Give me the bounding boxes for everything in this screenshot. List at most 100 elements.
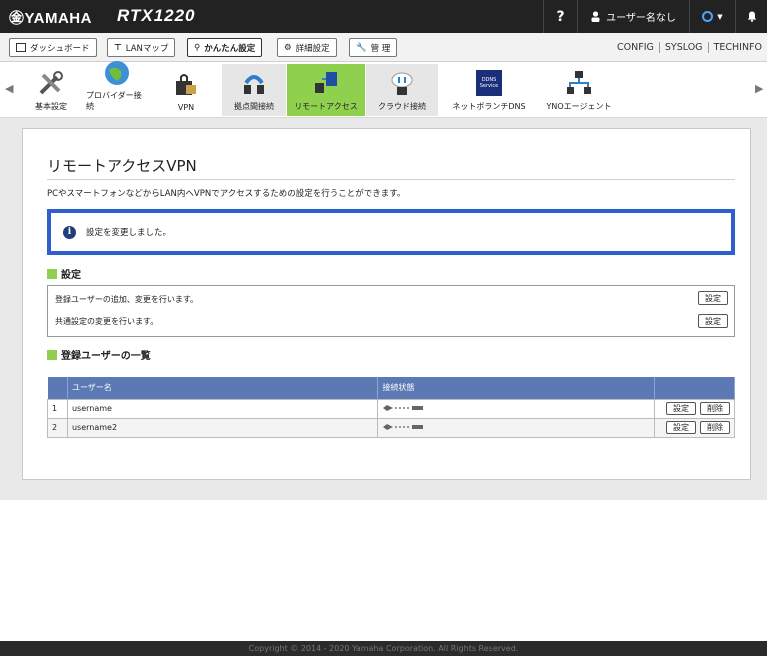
lock-icon — [176, 74, 196, 95]
dashboard-icon — [16, 43, 26, 52]
model-name: RTX1220 — [117, 6, 196, 25]
page-title: リモートアクセスVPN — [47, 157, 197, 175]
nav-prev-arrow-icon[interactable]: ◀ — [5, 82, 13, 95]
nav-label: リモートアクセス — [294, 102, 358, 111]
bell-icon — [747, 11, 756, 22]
nav-item-netvolante-dns[interactable]: DDNS Service ネットボランチDNS — [448, 64, 530, 116]
nav-item-basic-settings[interactable]: 基本設定 — [28, 64, 74, 116]
notice-text: 設定を変更しました。 — [86, 228, 172, 238]
edit-user-button[interactable]: 設定 — [666, 421, 696, 434]
row-index: 2 — [47, 417, 68, 438]
tab-easy-setup[interactable]: ⚲ かんたん設定 — [187, 38, 263, 57]
col-actions — [654, 377, 735, 399]
main-tab-bar: ダッシュボード ⊤ LANマップ ⚲ かんたん設定 ⚙ 詳細設定 🔧 管 理 C… — [0, 33, 767, 62]
nav-label: プロバイダー接続 — [86, 91, 142, 111]
top-links: CONFIG SYSLOG TECHINFO — [612, 42, 767, 53]
status-menu[interactable]: ▼ — [689, 0, 735, 33]
syslog-link[interactable]: SYSLOG — [658, 42, 708, 53]
row-status — [377, 398, 656, 419]
user-menu[interactable]: ユーザー名なし — [577, 0, 689, 33]
techinfo-link[interactable]: TECHINFO — [707, 42, 767, 53]
col-connection-status: 接続状態 — [377, 377, 656, 399]
section-title: 設定 — [61, 270, 81, 281]
nav-label: ネットボランチDNS — [452, 102, 526, 111]
tools-icon — [39, 71, 63, 95]
site-vpn-icon — [244, 75, 264, 94]
col-index — [47, 377, 68, 399]
ddns-icon: DDNS Service — [476, 70, 502, 96]
nav-item-remote-access[interactable]: リモートアクセス — [287, 64, 365, 116]
config-link[interactable]: CONFIG — [612, 42, 659, 53]
notification-button[interactable] — [735, 0, 767, 33]
nav-label: クラウド接続 — [378, 102, 426, 111]
globe-icon — [105, 61, 129, 85]
feature-nav: ◀ 基本設定 プロバイダー接続 VPN 拠点間接続 リモートアクセス クラウド接… — [0, 61, 767, 118]
settings-heading: 設定 — [47, 266, 81, 281]
nav-label: VPN — [177, 103, 195, 112]
table-row: 1 username 設定 削除 — [47, 398, 735, 419]
tab-label: かんたん設定 — [204, 43, 256, 54]
user-icon — [591, 11, 600, 22]
users-heading: 登録ユーザーの一覧 — [47, 347, 151, 362]
tab-dashboard[interactable]: ダッシュボード — [9, 38, 97, 57]
nav-label: 拠点間接続 — [234, 102, 274, 111]
row-actions: 設定 削除 — [654, 417, 735, 438]
nav-item-provider[interactable]: プロバイダー接続 — [86, 61, 148, 116]
nav-item-site-to-site[interactable]: 拠点間接続 — [222, 64, 286, 116]
row-username: username2 — [66, 417, 379, 438]
common-settings-button[interactable]: 設定 — [698, 314, 728, 328]
yamaha-logo: ㊎YAMAHA — [9, 10, 92, 27]
row-status — [377, 417, 656, 438]
tab-label: 詳細設定 — [295, 43, 330, 54]
col-username: ユーザー名 — [67, 377, 379, 399]
nav-next-arrow-icon[interactable]: ▶ — [755, 82, 763, 95]
delete-user-button[interactable]: 削除 — [700, 421, 730, 434]
wrench-icon: 🔧 — [356, 42, 367, 53]
disconnected-icon — [383, 423, 424, 430]
section-marker — [47, 349, 57, 360]
cloud-icon — [391, 72, 413, 95]
page-description: PCやスマートフォンなどからLAN内へVPNでアクセスするための設定を行うことが… — [47, 189, 406, 199]
wizard-icon: ⚲ — [194, 42, 201, 53]
user-name: ユーザー名なし — [606, 13, 676, 24]
row-actions: 設定 削除 — [654, 398, 735, 419]
tab-advanced-settings[interactable]: ⚙ 詳細設定 — [277, 38, 337, 57]
tab-management[interactable]: 🔧 管 理 — [349, 38, 398, 57]
nav-item-yno-agent[interactable]: YNOエージェント — [540, 64, 618, 116]
tab-lan-map[interactable]: ⊤ LANマップ — [107, 38, 176, 57]
nav-item-vpn[interactable]: VPN — [164, 64, 208, 116]
status-circle-icon — [702, 11, 714, 22]
delete-user-button[interactable]: 削除 — [700, 402, 730, 415]
title-divider — [47, 179, 735, 180]
nav-item-cloud[interactable]: クラウド接続 — [366, 64, 438, 116]
chevron-down-icon: ▼ — [717, 12, 723, 21]
lan-map-icon: ⊤ — [114, 42, 122, 53]
nav-label: YNOエージェント — [546, 102, 612, 111]
edit-user-button[interactable]: 設定 — [666, 402, 696, 415]
info-icon: i — [63, 225, 76, 239]
row-index: 1 — [47, 398, 68, 419]
tab-label: LANマップ — [125, 43, 169, 54]
yno-icon — [567, 71, 591, 94]
settings-box: 登録ユーザーの追加、変更を行います。 設定 共通設定の変更を行います。 設定 — [47, 285, 735, 337]
footer-copyright: Copyright © 2014 - 2020 Yamaha Corporati… — [0, 641, 767, 656]
user-table: ユーザー名 接続状態 1 username 設定 削除 2 username2 … — [47, 377, 735, 438]
notice-box: i 設定を変更しました。 — [47, 209, 735, 255]
section-marker — [47, 268, 57, 279]
remote-access-icon — [315, 72, 337, 93]
table-row: 2 username2 設定 削除 — [47, 417, 735, 438]
tab-label: 管 理 — [370, 43, 391, 54]
disconnected-icon — [383, 404, 424, 411]
settings-row-users: 登録ユーザーの追加、変更を行います。 — [55, 295, 199, 304]
tab-label: ダッシュボード — [30, 43, 90, 54]
help-button[interactable]: ? — [543, 0, 577, 33]
top-header: ㊎YAMAHA RTX1220 ? ユーザー名なし ▼ — [0, 0, 767, 33]
gear-icon: ⚙ — [284, 42, 292, 53]
section-title: 登録ユーザーの一覧 — [61, 351, 151, 362]
content-panel: リモートアクセスVPN PCやスマートフォンなどからLAN内へVPNでアクセスす… — [22, 128, 751, 480]
table-header-row: ユーザー名 接続状態 — [47, 377, 735, 399]
user-settings-button[interactable]: 設定 — [698, 291, 728, 305]
nav-label: 基本設定 — [35, 102, 67, 111]
settings-row-common: 共通設定の変更を行います。 — [55, 317, 159, 326]
row-username: username — [66, 398, 379, 419]
